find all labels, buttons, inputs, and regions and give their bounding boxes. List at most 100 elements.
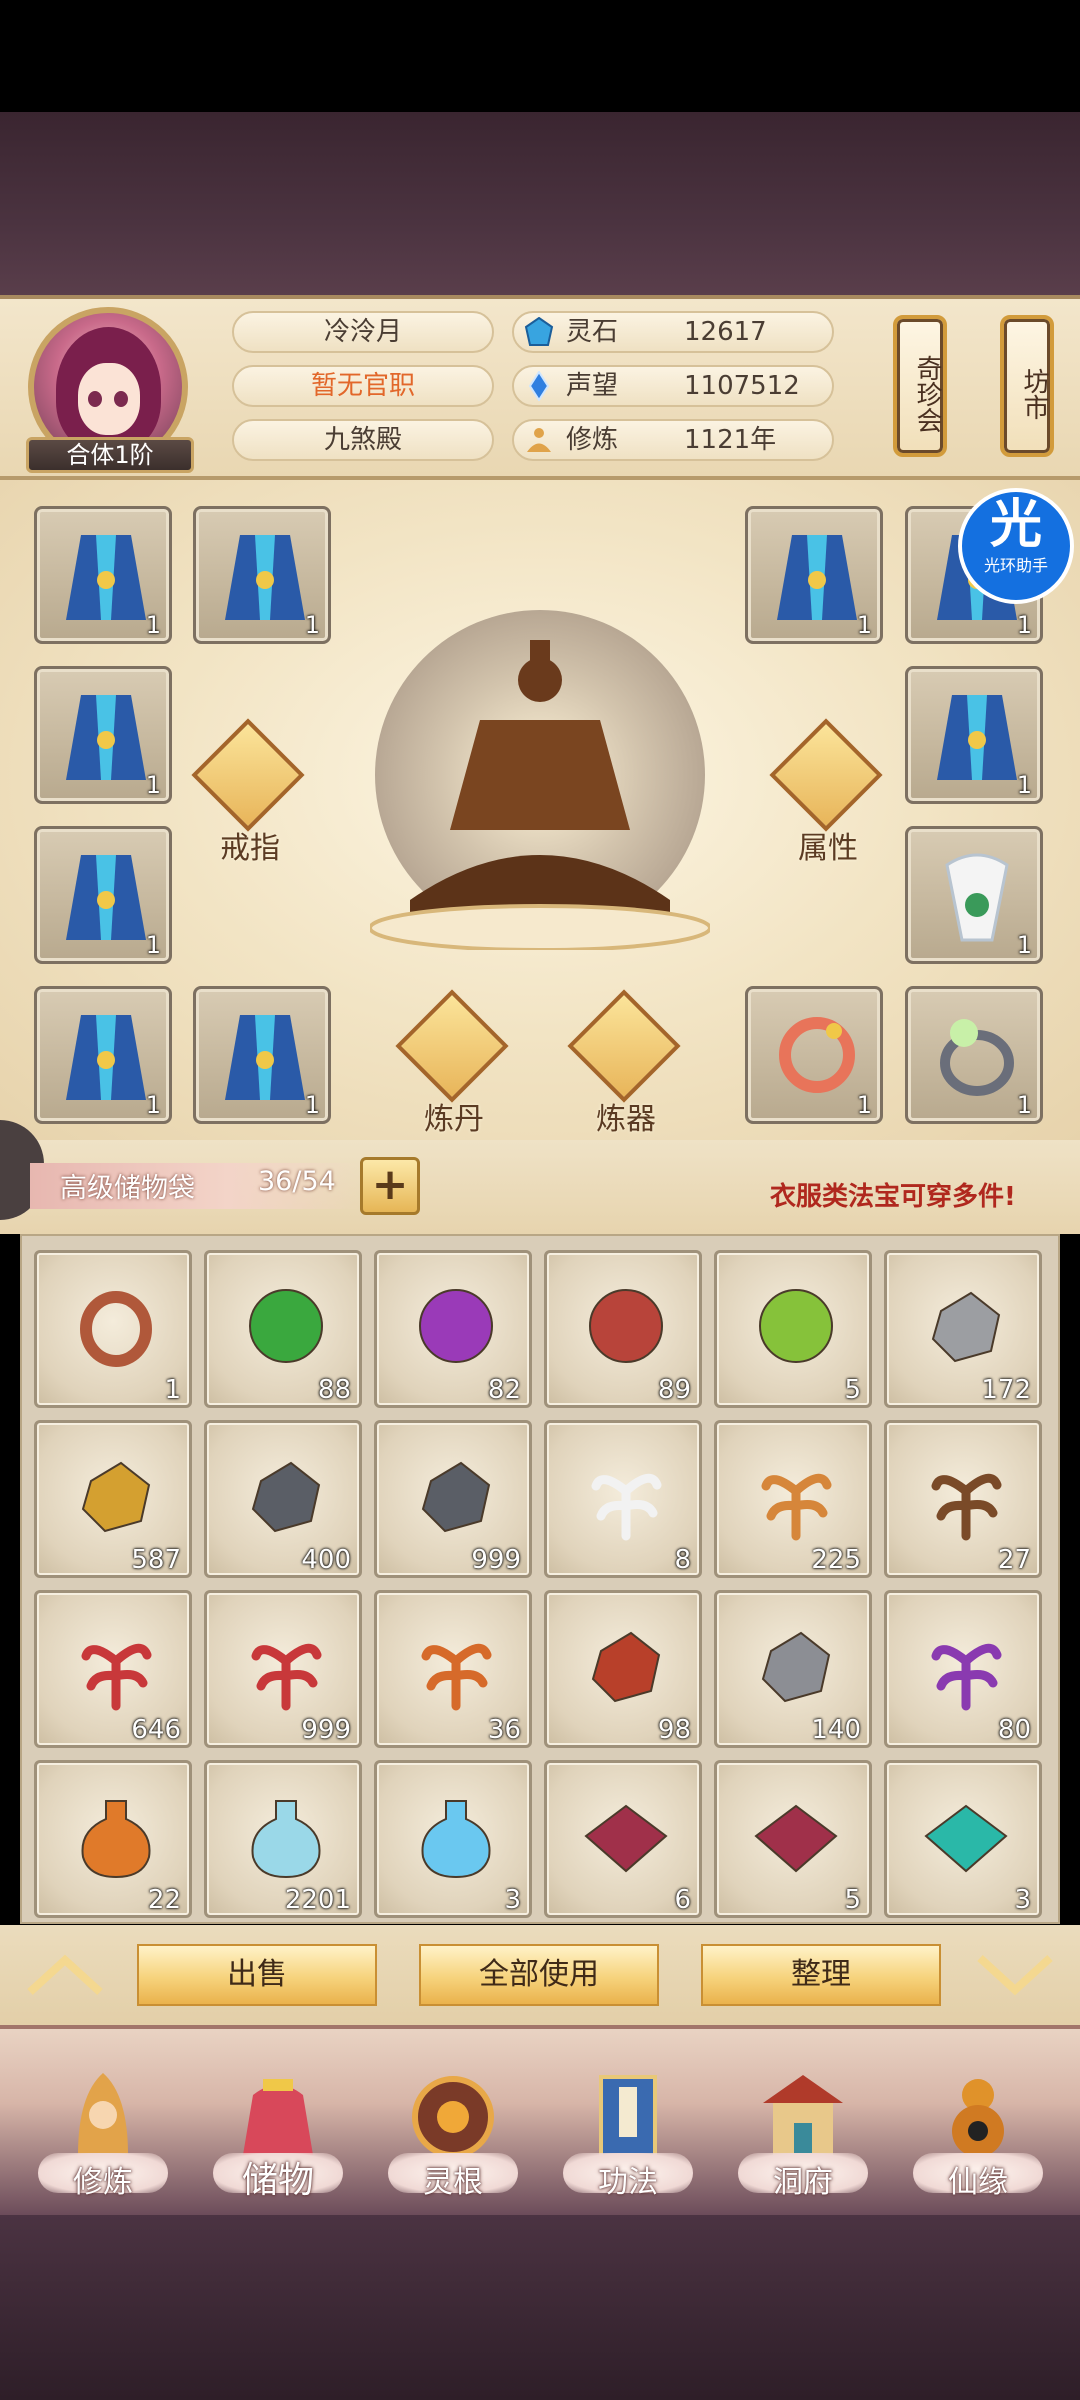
reputation-icon: [528, 371, 550, 401]
inventory-cell[interactable]: 1: [34, 1250, 192, 1408]
equip-slot[interactable]: 1: [745, 506, 883, 644]
bag-capacity: 36/54: [258, 1166, 336, 1197]
nav-item-cave[interactable]: 洞府: [728, 2045, 878, 2215]
forge-button[interactable]: 炼器: [566, 989, 686, 1137]
page-down-icon[interactable]: [970, 1950, 1060, 2000]
expand-bag-button[interactable]: +: [360, 1157, 420, 1215]
equip-slot[interactable]: 1: [34, 826, 172, 964]
iron-ore-icon: [421, 1461, 491, 1533]
page-up-icon[interactable]: [20, 1950, 110, 2000]
item-count: 27: [997, 1545, 1031, 1575]
technique-book-icon: [599, 2075, 657, 2159]
inventory-cell[interactable]: 5: [714, 1760, 872, 1918]
nav-label: 仙缘: [948, 2165, 1008, 2200]
storage-bag-icon: [243, 2079, 313, 2155]
equip-slot[interactable]: 1: [34, 666, 172, 804]
inventory-cell[interactable]: 6: [544, 1760, 702, 1918]
nav-item-spirit-root[interactable]: 灵根: [378, 2045, 528, 2215]
item-count: 8: [674, 1545, 691, 1575]
item-count: 36: [487, 1715, 521, 1745]
stat-label: 灵石: [566, 317, 619, 347]
treasure-auction-label: 奇珍会: [912, 355, 942, 433]
stat-value: 1121年: [684, 425, 777, 455]
inventory-cell[interactable]: 172: [884, 1250, 1042, 1408]
stat-value: 1107512: [684, 371, 800, 401]
item-count: 172: [981, 1375, 1031, 1405]
inventory-cell[interactable]: 587: [34, 1420, 192, 1578]
item-count: 1: [145, 771, 161, 799]
equip-slot[interactable]: 1: [34, 506, 172, 644]
equip-slot[interactable]: 1: [905, 826, 1043, 964]
inventory-cell[interactable]: 82: [374, 1250, 532, 1408]
inventory-cell[interactable]: 3: [884, 1760, 1042, 1918]
item-count: 1: [856, 1091, 872, 1119]
item-count: 80: [997, 1715, 1031, 1745]
halo-assistant-button[interactable]: 光 光环助手: [958, 488, 1074, 604]
item-count: 1: [145, 931, 161, 959]
inventory-cell[interactable]: 89: [544, 1250, 702, 1408]
market-button[interactable]: 坊市: [1000, 315, 1054, 457]
inventory-cell[interactable]: 646: [34, 1590, 192, 1748]
treasure-auction-button[interactable]: 奇珍会: [893, 315, 947, 457]
robe-icon: [225, 535, 305, 620]
anvil-icon: [567, 989, 681, 1103]
ring-button[interactable]: 戒指: [190, 718, 310, 866]
nav-label: 修炼: [73, 2165, 133, 2200]
inventory-cell[interactable]: 88: [204, 1250, 362, 1408]
ring-icon: [80, 1291, 152, 1367]
item-count: 400: [301, 1545, 351, 1575]
attributes-button[interactable]: 属性: [768, 718, 888, 866]
use-all-button[interactable]: 全部使用: [419, 1944, 659, 2006]
white-flower-icon: [591, 1473, 662, 1541]
inventory-cell[interactable]: 27: [884, 1420, 1042, 1578]
inventory-cell[interactable]: 8: [544, 1420, 702, 1578]
robe-icon: [66, 695, 146, 780]
inventory-cell[interactable]: 2201: [204, 1760, 362, 1918]
inventory-cell[interactable]: 98: [544, 1590, 702, 1748]
item-count: 1: [304, 611, 320, 639]
inventory-cell[interactable]: 36: [374, 1590, 532, 1748]
item-count: 1: [304, 1091, 320, 1119]
item-count: 999: [301, 1715, 351, 1745]
nav-item-storage[interactable]: 储物: [203, 2045, 353, 2215]
nav-item-fate[interactable]: 仙缘: [903, 2045, 1053, 2215]
item-count: 1: [1016, 1091, 1032, 1119]
equip-slot[interactable]: 1: [34, 986, 172, 1124]
inventory-cell[interactable]: 5: [714, 1250, 872, 1408]
gold-ore-icon: [81, 1461, 151, 1533]
bottom-decor-band: [0, 2215, 1080, 2400]
alchemy-button[interactable]: 炼丹: [394, 989, 514, 1137]
nav-item-cultivate[interactable]: 修炼: [28, 2045, 178, 2215]
inventory-cell[interactable]: 140: [714, 1590, 872, 1748]
red-herb-icon: [251, 1643, 322, 1711]
avatar-eye: [114, 391, 128, 407]
equip-slot[interactable]: 1: [905, 666, 1043, 804]
gray-ore-icon: [931, 1291, 1001, 1363]
sell-button[interactable]: 出售: [137, 1944, 377, 2006]
nav-label: 储物: [241, 2160, 314, 2201]
equip-slot[interactable]: 1: [193, 506, 331, 644]
inventory-cell[interactable]: 999: [204, 1590, 362, 1748]
inventory-cell[interactable]: 80: [884, 1590, 1042, 1748]
inventory-cell[interactable]: 22: [34, 1760, 192, 1918]
nav-item-technique[interactable]: 功法: [553, 2045, 703, 2215]
item-count: 22: [147, 1885, 181, 1915]
potion-bottle-icon: [251, 1800, 321, 1879]
inventory-cell[interactable]: 3: [374, 1760, 532, 1918]
alchemy-label: 炼丹: [424, 1102, 484, 1137]
green-orb-icon: [249, 1289, 323, 1363]
equip-slot[interactable]: 1: [745, 986, 883, 1124]
spirit-stone-icon: [524, 317, 554, 346]
inventory-cell[interactable]: 225: [714, 1420, 872, 1578]
cultivation-stat: 修炼 1121年: [512, 419, 834, 461]
equip-slot[interactable]: 1: [905, 986, 1043, 1124]
root-herb-icon: [931, 1473, 1002, 1541]
robe-icon: [66, 855, 146, 940]
inventory-cell[interactable]: 999: [374, 1420, 532, 1578]
equip-slot[interactable]: 1: [193, 986, 331, 1124]
inventory-cell[interactable]: 400: [204, 1420, 362, 1578]
item-count: 1: [164, 1375, 181, 1405]
avatar-eye: [88, 391, 102, 407]
sort-button[interactable]: 整理: [701, 1944, 941, 2006]
cultivation-icon: [527, 428, 551, 452]
